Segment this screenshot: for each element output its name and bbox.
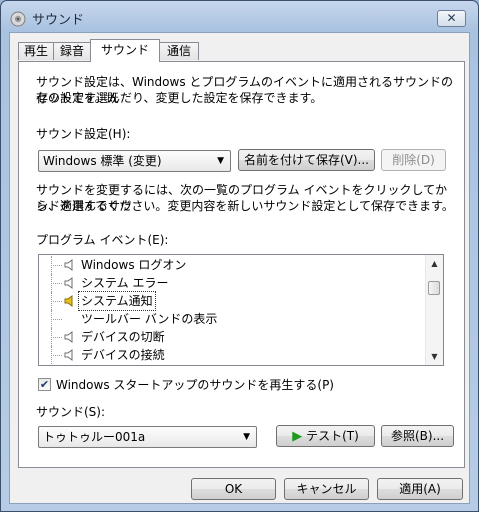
close-button[interactable]: ✕: [437, 10, 466, 27]
program-events-label: プログラム イベント(E):: [36, 233, 169, 247]
tree-connector: [51, 265, 62, 266]
save-as-button[interactable]: 名前を付けて保存(V)...: [238, 149, 375, 171]
sound-file-value: トゥトゥルー001a: [43, 430, 146, 444]
event-label: デバイスの切断: [81, 330, 165, 344]
help-text-line-2: ンドを選んでください。変更内容を新しいサウンド設定として保存できます。: [36, 199, 454, 213]
title-bar[interactable]: サウンド ✕: [1, 1, 478, 33]
sound-scheme-dropdown[interactable]: Windows 標準 (変更) ▼: [38, 150, 231, 172]
sound-dialog-window: サウンド ✕ 再生 録音 サウンド 通信 サウンド設定は、Windows とプロ…: [0, 0, 479, 512]
window-title: サウンド: [32, 13, 85, 28]
dialog-client-area: 再生 録音 サウンド 通信 サウンド設定は、Windows とプログラムのイベン…: [9, 32, 470, 504]
tree-connector: [51, 301, 62, 302]
list-item[interactable]: デバイスの接続: [39, 346, 419, 364]
dropdown-arrow-icon: ▼: [217, 156, 224, 166]
intro-text-line-2: 存の設定を選んだり、変更した設定を保存できます。: [36, 91, 323, 105]
list-item[interactable]: Windows ログオン: [39, 256, 419, 274]
scroll-down-icon[interactable]: ▼: [426, 348, 443, 365]
browse-button[interactable]: 参照(B)...: [381, 425, 454, 447]
tree-connector: [51, 337, 62, 338]
ok-button[interactable]: OK: [191, 478, 276, 500]
program-events-list[interactable]: Windows ログオン システム エラー システム通知 ツールバー バンドの表…: [38, 254, 444, 366]
test-button-label: テスト(T): [306, 429, 359, 443]
list-item[interactable]: ツールバー バンドの表示: [39, 310, 419, 328]
delete-button[interactable]: 削除(D): [381, 149, 446, 171]
tab-playback[interactable]: 再生: [18, 42, 54, 60]
tab-communications[interactable]: 通信: [159, 42, 199, 60]
speaker-icon: [64, 349, 73, 361]
event-label: デバイスの接続: [81, 348, 165, 362]
sound-label: サウンド(S):: [36, 405, 106, 419]
dropdown-arrow-icon: ▼: [243, 432, 250, 442]
sound-scheme-label: サウンド設定(H):: [36, 127, 131, 141]
tree-connector: [51, 319, 62, 320]
startup-sound-checkbox[interactable]: ✔: [38, 378, 51, 391]
event-label: Windows ログオン: [81, 258, 187, 272]
list-item-selected[interactable]: システム通知: [39, 291, 419, 311]
startup-sound-label[interactable]: Windows スタートアップのサウンドを再生する(P): [56, 377, 334, 393]
list-item[interactable]: デバイスの切断: [39, 328, 419, 346]
speaker-icon: [64, 277, 73, 289]
sound-file-dropdown[interactable]: トゥトゥルー001a ▼: [38, 426, 257, 448]
speaker-icon: [64, 259, 73, 271]
tree-connector: [51, 283, 62, 284]
sound-scheme-value: Windows 標準 (変更): [43, 154, 162, 168]
speaker-icon: [64, 331, 73, 343]
tree-connector: [51, 355, 62, 356]
cancel-button[interactable]: キャンセル: [284, 478, 369, 500]
event-label: システム エラー: [81, 276, 169, 290]
tab-sounds[interactable]: サウンド: [90, 39, 160, 62]
list-item[interactable]: システム エラー: [39, 274, 419, 292]
apply-button[interactable]: 適用(A): [377, 478, 463, 500]
scroll-thumb[interactable]: [428, 281, 440, 295]
sound-app-icon: [10, 11, 26, 27]
event-label: ツールバー バンドの表示: [81, 312, 218, 326]
test-button[interactable]: ▶ テスト(T): [276, 425, 375, 447]
tab-recording[interactable]: 録音: [53, 42, 91, 60]
sounds-tab-panel: サウンド設定は、Windows とプログラムのイベントに適用されるサウンドのセッ…: [18, 61, 465, 468]
close-icon: ✕: [446, 11, 457, 25]
event-label: システム通知: [78, 291, 156, 311]
speaker-active-icon: [64, 295, 73, 307]
vertical-scrollbar[interactable]: ▲ ▼: [425, 255, 443, 365]
check-icon: ✔: [39, 378, 50, 391]
play-icon: ▶: [292, 429, 303, 444]
scroll-up-icon[interactable]: ▲: [426, 255, 443, 272]
